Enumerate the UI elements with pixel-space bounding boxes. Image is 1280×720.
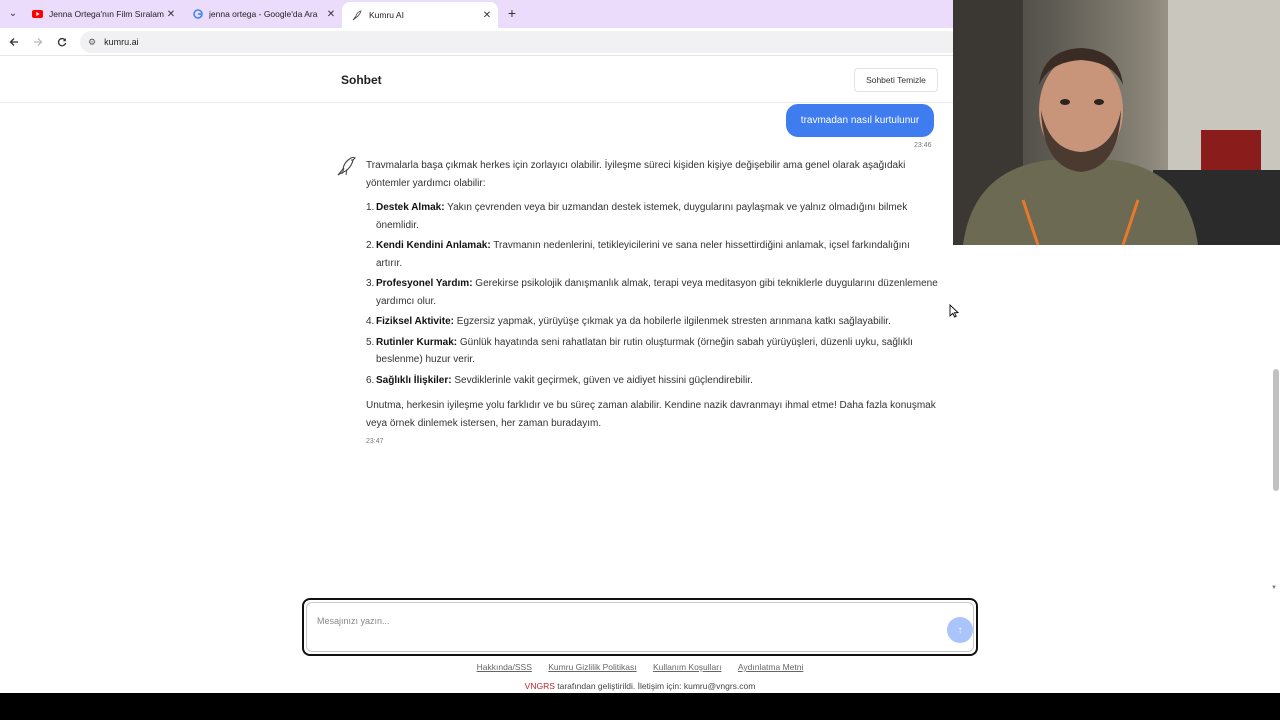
message-input[interactable]	[317, 611, 917, 631]
list-item-body: Fiziksel Aktivite: Egzersiz yapmak, yürü…	[376, 313, 938, 331]
list-item-text: Yakın çevrenden veya bir uzmandan destek…	[376, 202, 908, 231]
footer-link-terms[interactable]: Kullanım Koşulları	[653, 662, 722, 672]
tab-youtube[interactable]: Jenna Ortega'nın Film Sıralaması ✕	[22, 0, 182, 28]
scroll-down-arrow-icon[interactable]: ▼	[1271, 585, 1277, 591]
tab-label: Kumru AI	[369, 10, 404, 20]
webcam-overlay	[953, 0, 1280, 245]
user-message-bubble: travmadan nasıl kurtulunur	[786, 104, 934, 137]
list-item-body: Rutinler Kurmak: Günlük hayatında seni r…	[376, 334, 938, 369]
list-item-number: 4.	[366, 316, 375, 327]
assistant-list-item: 4. Fiziksel Aktivite: Egzersiz yapmak, yü…	[366, 313, 938, 331]
scrollbar-thumb[interactable]	[1273, 369, 1279, 491]
list-item-title: Fiziksel Aktivite:	[376, 316, 454, 327]
footer-note: VNGRS tarafından geliştirildi. İletişim …	[0, 681, 1280, 691]
site-settings-icon[interactable]: ⚙	[88, 37, 96, 48]
assistant-list-item: 3. Profesyonel Yardım: Gerekirse psikoloj…	[366, 275, 938, 310]
close-icon[interactable]: ✕	[480, 10, 494, 21]
list-item-text: Günlük hayatında seni rahatlatan bir rut…	[376, 336, 913, 366]
list-item-number: 5.	[366, 336, 375, 348]
list-item-text: Sevdiklerinle vakit geçirmek, güven ve a…	[451, 374, 753, 386]
list-item-number: 3.	[366, 278, 375, 289]
footer-note-text: tarafından geliştirildi. İletişim için: …	[554, 681, 756, 691]
assistant-list-item: 6. Sağlıklı İlişkiler: Sevdiklerinle vaki…	[366, 372, 938, 390]
assistant-outro: Unutma, herkesin iyileşme yolu farklıdır…	[366, 400, 936, 429]
bird-icon	[352, 9, 363, 21]
list-item-body: Kendi Kendini Anlamak: Travmanın nedenle…	[376, 237, 938, 272]
assistant-message: Travmalarla başa çıkmak herkes için zorl…	[366, 157, 938, 451]
new-tab-plus-icon[interactable]: +	[504, 5, 520, 21]
google-icon	[192, 9, 203, 20]
assistant-message-time: 23:47	[366, 438, 384, 445]
forward-arrow-icon[interactable]	[30, 34, 46, 50]
assistant-list-item: 1. Destek Almak: Yakın çevrenden veya bir…	[366, 199, 938, 234]
assistant-list: 1. Destek Almak: Yakın çevrenden veya bir…	[366, 199, 938, 389]
clear-chat-button[interactable]: Sohbeti Temizle	[854, 68, 938, 92]
list-item-title: Destek Almak:	[376, 202, 445, 213]
assistant-list-item: 2. Kendi Kendini Anlamak: Travmanın neden…	[366, 237, 938, 272]
list-item-body: Destek Almak: Yakın çevrenden veya bir u…	[376, 199, 938, 234]
message-input-frame: ↑	[306, 602, 974, 652]
list-item-number: 2.	[366, 240, 375, 251]
assistant-list-item: 5. Rutinler Kurmak: Günlük hayatında seni…	[366, 334, 938, 369]
url-text: kumru.ai	[104, 37, 139, 47]
tab-label: jenna ortega - Google'da Ara	[209, 9, 318, 19]
webcam-person-image	[953, 0, 1280, 245]
list-item-text: Egzersiz yapmak, yürüyüşe çıkmak ya da h…	[454, 316, 891, 327]
tab-search-chevron-icon[interactable]: ⌄	[4, 4, 22, 22]
tab-google[interactable]: jenna ortega - Google'da Ara ✕	[182, 0, 342, 28]
close-icon[interactable]: ✕	[164, 9, 178, 20]
user-message-time: 23:46	[914, 142, 932, 149]
list-item-number: 1.	[366, 202, 375, 213]
address-bar[interactable]: ⚙ kumru.ai	[80, 31, 960, 53]
list-item-title: Profesyonel Yardım:	[376, 278, 473, 289]
list-item-number: 6.	[366, 374, 375, 386]
footer-brand[interactable]: VNGRS	[525, 681, 555, 691]
page-title: Sohbet	[341, 73, 382, 87]
close-icon[interactable]: ✕	[324, 9, 338, 20]
footer-link-disclosure[interactable]: Aydınlatma Metni	[738, 662, 804, 672]
list-item-body: Profesyonel Yardım: Gerekirse psikolojik…	[376, 275, 938, 310]
reload-icon[interactable]	[54, 34, 70, 50]
tab-label: Jenna Ortega'nın Film Sıralaması	[49, 9, 164, 19]
list-item-title: Rutinler Kurmak:	[376, 336, 458, 348]
send-arrow-icon: ↑	[957, 624, 963, 636]
footer-link-privacy[interactable]: Kumru Gizlilik Politikası	[548, 662, 636, 672]
back-arrow-icon[interactable]	[6, 34, 22, 50]
youtube-icon	[32, 9, 43, 20]
footer-link-about[interactable]: Hakkında/SSS	[477, 662, 532, 672]
tab-kumru[interactable]: Kumru AI ✕	[342, 2, 498, 28]
assistant-intro: Travmalarla başa çıkmak herkes için zorl…	[366, 160, 906, 189]
list-item-title: Sağlıklı İlişkiler:	[376, 374, 452, 386]
bird-avatar-icon	[336, 155, 358, 177]
list-item-title: Kendi Kendini Anlamak:	[376, 240, 491, 251]
send-button[interactable]: ↑	[947, 617, 973, 643]
footer-links: Hakkında/SSS Kumru Gizlilik Politikası K…	[0, 662, 1280, 672]
list-item-body: Sağlıklı İlişkiler: Sevdiklerinle vakit …	[376, 372, 938, 390]
mouse-cursor-icon	[949, 303, 960, 318]
message-composer: ↑	[302, 598, 978, 656]
